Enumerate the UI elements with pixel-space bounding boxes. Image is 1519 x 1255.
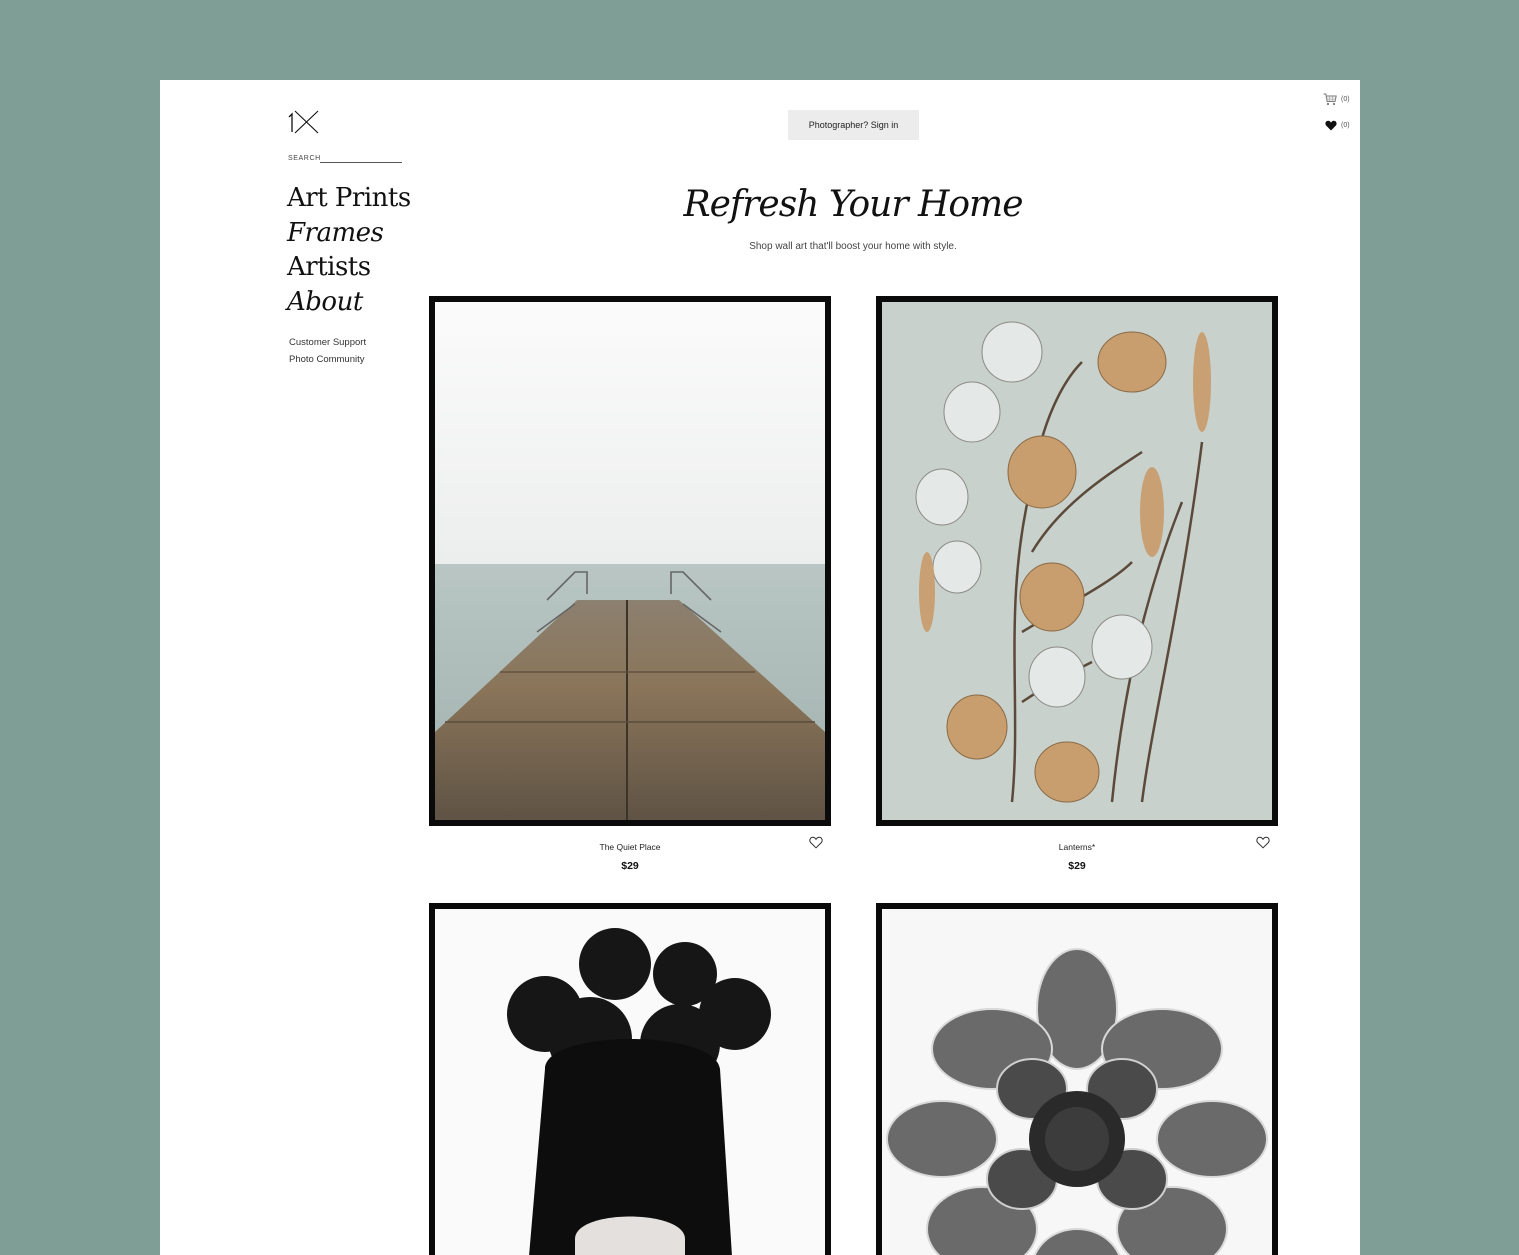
dahlia-photo bbox=[882, 909, 1272, 1255]
cart-count: (0) bbox=[1341, 96, 1350, 103]
product-card[interactable] bbox=[876, 903, 1278, 1255]
secondary-nav: Customer Support Photo Community bbox=[289, 334, 366, 368]
pier-photo bbox=[435, 302, 825, 820]
heart-outline-icon[interactable] bbox=[809, 836, 823, 849]
cart-link[interactable]: (0) bbox=[1323, 93, 1350, 106]
page-title: Refresh Your Home bbox=[683, 184, 1023, 225]
product-card[interactable]: The Quiet Place $29 bbox=[429, 296, 831, 876]
product-title[interactable]: Lanterns* bbox=[876, 842, 1278, 852]
nav-item-frames[interactable]: Frames bbox=[287, 216, 411, 251]
product-image-frame[interactable] bbox=[876, 296, 1278, 826]
product-image-frame[interactable] bbox=[429, 903, 831, 1255]
product-image-frame[interactable] bbox=[429, 296, 831, 826]
page: SEARCH Art Prints Frames Artists About C… bbox=[160, 80, 1360, 1255]
wishlist-link[interactable]: (0) bbox=[1325, 120, 1350, 131]
search-underline bbox=[320, 162, 402, 163]
nav-item-artists[interactable]: Artists bbox=[287, 250, 411, 285]
page-subtitle: Shop wall art that'll boost your home wi… bbox=[749, 241, 957, 252]
customer-support-link[interactable]: Customer Support bbox=[289, 334, 366, 351]
main-nav: Art Prints Frames Artists About bbox=[287, 181, 411, 319]
nav-item-art-prints[interactable]: Art Prints bbox=[287, 181, 411, 216]
product-title[interactable]: The Quiet Place bbox=[429, 842, 831, 852]
photo-community-link[interactable]: Photo Community bbox=[289, 351, 366, 368]
nav-item-about[interactable]: About bbox=[287, 285, 411, 320]
product-image-frame[interactable] bbox=[876, 903, 1278, 1255]
product-price: $29 bbox=[1068, 860, 1086, 872]
heart-outline-icon[interactable] bbox=[1256, 836, 1270, 849]
product-price: $29 bbox=[621, 860, 639, 872]
logo-1x[interactable] bbox=[287, 108, 321, 136]
wishlist-count: (0) bbox=[1341, 122, 1350, 129]
product-card[interactable]: Lanterns* $29 bbox=[876, 296, 1278, 876]
heart-filled-icon bbox=[1325, 120, 1337, 131]
photographer-signin-button[interactable]: Photographer? Sign in bbox=[788, 110, 919, 140]
search-label: SEARCH bbox=[288, 155, 321, 162]
search-field[interactable]: SEARCH bbox=[288, 154, 402, 166]
portrait-photo bbox=[435, 909, 825, 1255]
cart-icon bbox=[1323, 93, 1337, 106]
product-card[interactable] bbox=[429, 903, 831, 1255]
lanterns-photo bbox=[882, 302, 1272, 820]
